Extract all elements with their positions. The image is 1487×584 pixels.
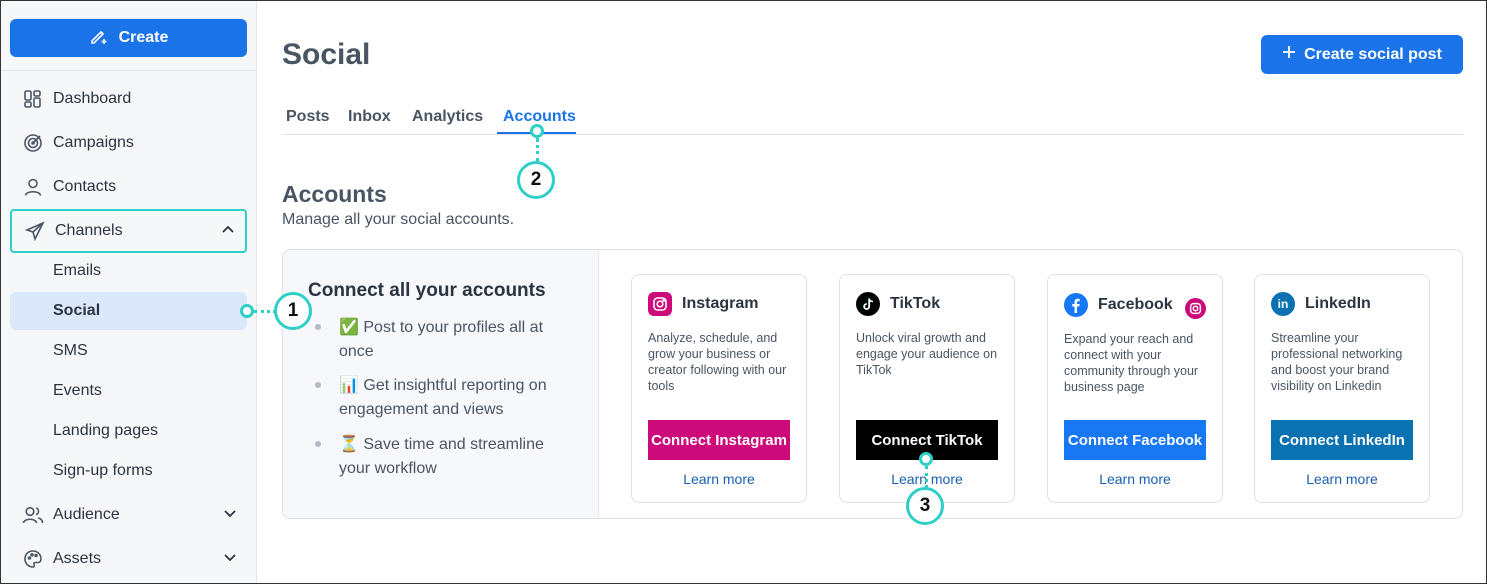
benefit-item: ⏳ Save time and streamline your workflow	[315, 433, 565, 481]
linkedin-card: in LinkedIn Streamline your professional…	[1254, 274, 1430, 503]
sidebar-subitem-events[interactable]: Events	[10, 372, 247, 410]
sidebar-item-channels[interactable]: Channels	[10, 209, 247, 253]
create-social-post-button[interactable]: Create social post	[1261, 35, 1463, 74]
hourglass-emoji-icon: ⏳	[339, 436, 359, 453]
card-description: Unlock viral growth and engage your audi…	[856, 331, 998, 377]
check-emoji-icon: ✅	[339, 319, 359, 336]
sidebar-subitem-landing-pages[interactable]: Landing pages	[10, 412, 247, 450]
callout-connector	[536, 138, 539, 162]
card-description: Streamline your professional networking …	[1271, 331, 1403, 393]
connect-instagram-button[interactable]: Connect Instagram	[648, 420, 790, 460]
target-icon	[22, 132, 44, 154]
sidebar-item-audience[interactable]: Audience	[10, 495, 247, 535]
sidebar-subitem-label: SMS	[53, 342, 88, 359]
tab-accounts[interactable]: Accounts	[503, 108, 576, 126]
card-title: TikTok	[890, 295, 941, 312]
benefit-text: Save time and streamline your workflow	[339, 436, 544, 477]
sidebar-item-label: Dashboard	[53, 90, 132, 107]
sidebar-subitem-label: Social	[53, 302, 101, 319]
bullet-dot	[315, 382, 321, 388]
benefit-text: Get insightful reporting on engagement a…	[339, 377, 547, 418]
pencil-plus-icon	[89, 26, 109, 51]
learn-more-link[interactable]: Learn more	[632, 471, 806, 487]
create-button[interactable]: Create	[10, 19, 247, 57]
page-title: Social	[282, 38, 371, 71]
bullet-dot	[315, 324, 321, 330]
section-title: Accounts	[282, 181, 387, 207]
learn-more-link[interactable]: Learn more	[1255, 471, 1429, 487]
person-icon	[22, 176, 44, 198]
connect-facebook-button[interactable]: Connect Facebook	[1064, 420, 1206, 460]
sidebar-item-campaigns[interactable]: Campaigns	[10, 123, 247, 163]
sidebar-item-dashboard[interactable]: Dashboard	[10, 79, 247, 119]
bullet-dot	[315, 441, 321, 447]
instagram-icon	[648, 292, 672, 316]
sidebar-item-label: Assets	[53, 550, 102, 567]
card-title: LinkedIn	[1305, 295, 1371, 312]
sidebar: Create Dashboard Campaigns Contacts Chan…	[0, 0, 257, 584]
tab-analytics[interactable]: Analytics	[412, 108, 483, 126]
card-description: Expand your reach and connect with your …	[1064, 332, 1199, 394]
card-title: Facebook	[1098, 296, 1173, 313]
facebook-icon	[1064, 293, 1088, 317]
paper-plane-icon	[24, 220, 46, 242]
callout-anchor-dot	[919, 452, 933, 466]
sidebar-item-label: Audience	[53, 506, 120, 523]
sidebar-divider	[0, 70, 256, 71]
connect-heading: Connect all your accounts	[308, 280, 546, 301]
tab-posts[interactable]: Posts	[286, 108, 330, 126]
linkedin-icon: in	[1271, 292, 1295, 316]
tab-bar: Posts Inbox Analytics Accounts	[282, 100, 1463, 135]
chevron-down-icon	[223, 506, 237, 525]
sidebar-subitem-label: Sign-up forms	[53, 462, 153, 479]
facebook-card: Facebook Expand your reach and connect w…	[1047, 274, 1223, 503]
plus-icon	[1282, 45, 1296, 64]
sidebar-subitem-sms[interactable]: SMS	[10, 332, 247, 370]
callout-1: 1	[274, 292, 312, 330]
palette-icon	[22, 548, 44, 570]
section-subtitle: Manage all your social accounts.	[282, 211, 515, 228]
tiktok-icon	[856, 292, 880, 316]
benefit-item: 📊 Get insightful reporting on engagement…	[315, 374, 565, 422]
sidebar-subitem-emails[interactable]: Emails	[10, 252, 247, 290]
sidebar-item-label: Channels	[55, 222, 123, 239]
sidebar-item-contacts[interactable]: Contacts	[10, 167, 247, 207]
people-icon	[22, 504, 44, 526]
create-button-label: Create	[118, 29, 169, 46]
chevron-down-icon	[223, 550, 237, 569]
card-title: Instagram	[682, 295, 759, 312]
sidebar-subitem-social[interactable]: Social	[10, 292, 247, 330]
card-description: Analyze, schedule, and grow your busines…	[648, 331, 787, 393]
dashboard-icon	[22, 88, 44, 110]
callout-anchor-dot	[530, 124, 544, 138]
callout-3: 3	[906, 487, 944, 525]
sidebar-subitem-signup-forms[interactable]: Sign-up forms	[10, 452, 247, 490]
sidebar-subitem-label: Emails	[53, 262, 102, 279]
sidebar-item-label: Campaigns	[53, 134, 134, 151]
benefit-text: Post to your profiles all at once	[339, 319, 544, 360]
learn-more-link[interactable]: Learn more	[1048, 471, 1222, 487]
bar-chart-emoji-icon: 📊	[339, 377, 359, 394]
callout-connector	[925, 466, 928, 488]
benefit-item: ✅ Post to your profiles all at once	[315, 316, 565, 364]
callout-anchor-dot	[240, 304, 254, 318]
connect-linkedin-button[interactable]: Connect LinkedIn	[1271, 420, 1413, 460]
create-social-post-label: Create social post	[1304, 45, 1442, 63]
callout-2: 2	[517, 161, 555, 199]
instagram-card: Instagram Analyze, schedule, and grow yo…	[631, 274, 807, 503]
sidebar-subitem-label: Landing pages	[53, 422, 158, 439]
sidebar-item-assets[interactable]: Assets	[10, 539, 247, 579]
connect-info-panel: Connect all your accounts ✅ Post to your…	[283, 250, 599, 518]
callout-connector	[254, 310, 276, 313]
tab-inbox[interactable]: Inbox	[348, 108, 391, 126]
chevron-up-icon	[221, 223, 235, 242]
instagram-icon	[1185, 298, 1206, 319]
sidebar-item-label: Contacts	[53, 178, 117, 195]
sidebar-subitem-label: Events	[53, 382, 102, 399]
